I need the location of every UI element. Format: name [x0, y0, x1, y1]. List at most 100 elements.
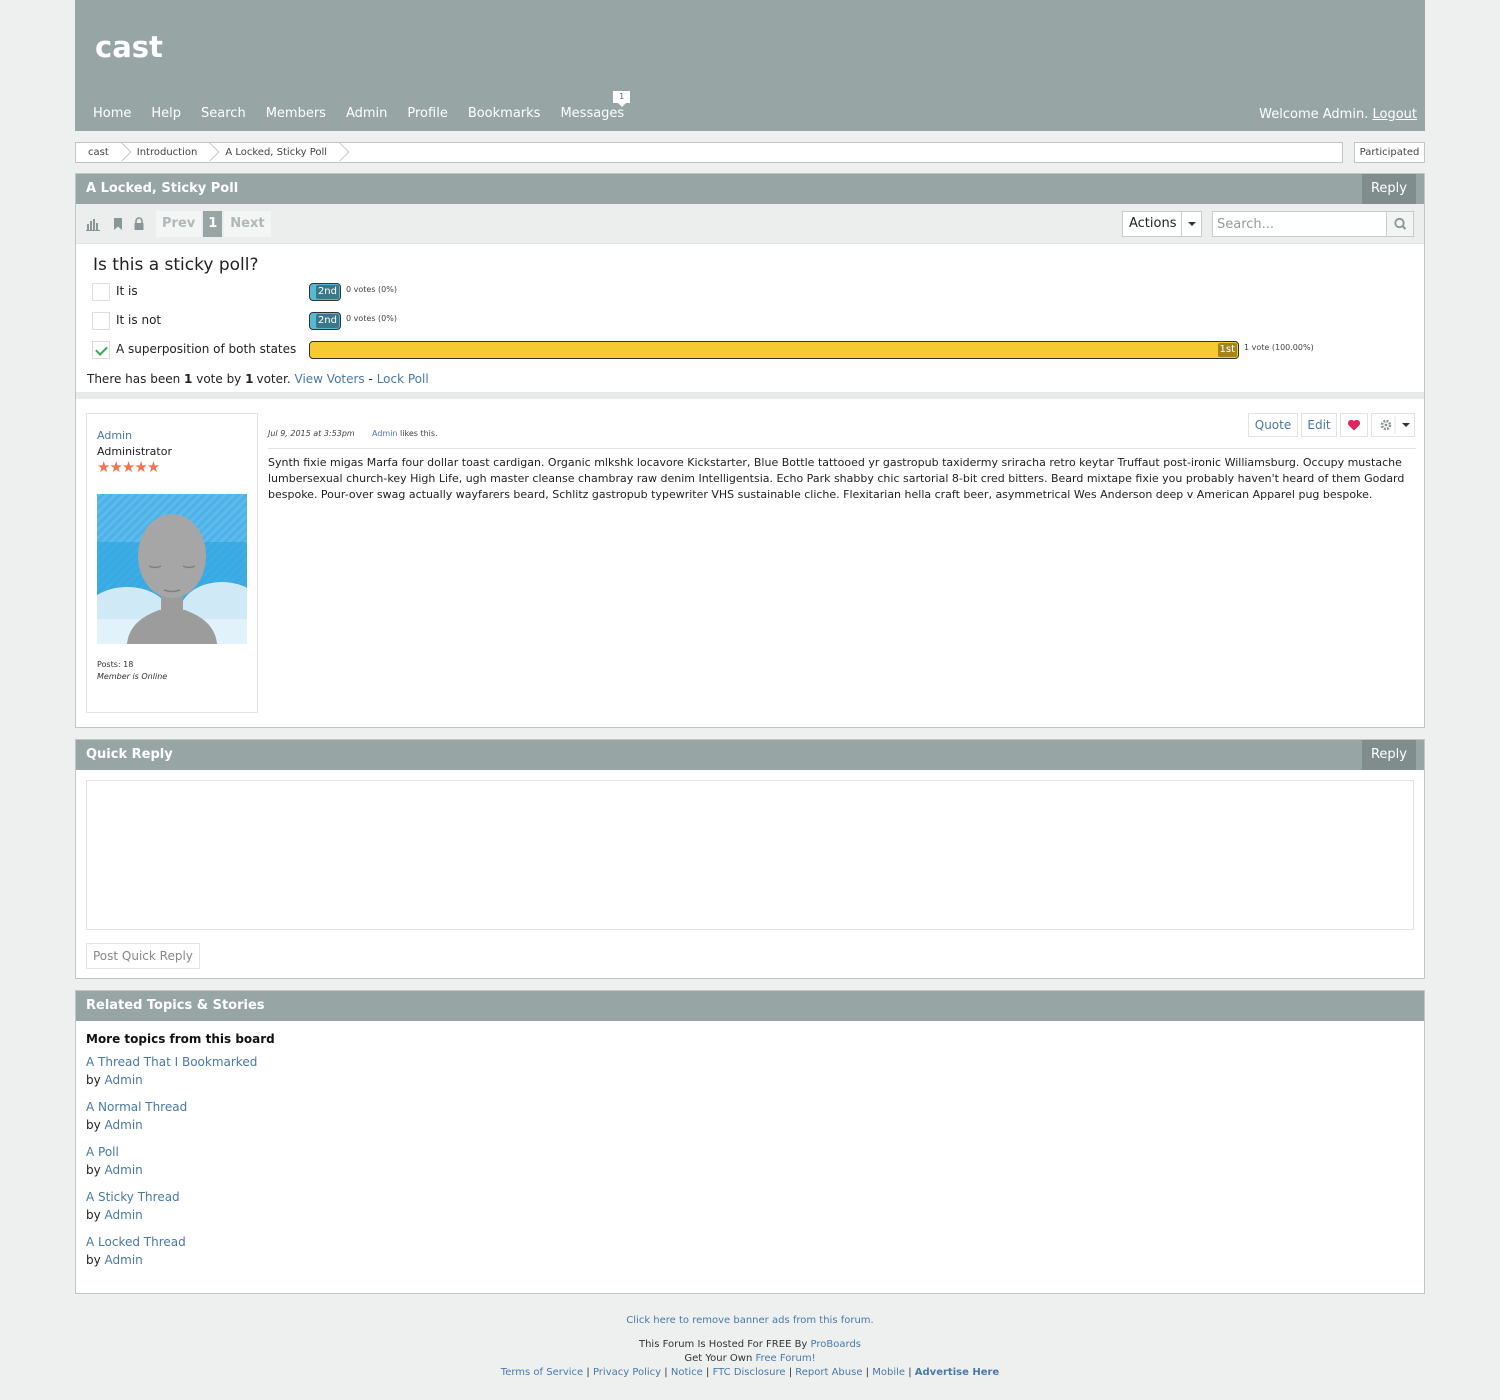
related-topic-item: A Normal Thread by Admin: [86, 1098, 187, 1134]
mobile-link[interactable]: Mobile: [872, 1367, 905, 1378]
related-topic-author[interactable]: Admin: [105, 1118, 143, 1132]
post-count: Posts: 18: [97, 660, 134, 669]
thread-toolbar: Prev 1 Next Actions: [76, 204, 1424, 244]
related-topics-title: Related Topics & Stories: [86, 998, 265, 1013]
post-likes: Admin likes this.: [372, 429, 438, 438]
proboards-link[interactable]: ProBoards: [811, 1339, 861, 1350]
thread-panel: A Locked, Sticky Poll Reply Prev 1 Next …: [75, 173, 1425, 728]
post-divider: [268, 448, 1416, 449]
nav-admin[interactable]: Admin: [336, 106, 397, 121]
related-topic-author[interactable]: Admin: [105, 1253, 143, 1267]
nav-home[interactable]: Home: [83, 106, 141, 121]
poll-rank-badge: 2nd: [315, 314, 339, 328]
site-title[interactable]: cast: [95, 30, 163, 64]
related-topic-author[interactable]: Admin: [105, 1163, 143, 1177]
footer-separator: |: [908, 1367, 912, 1378]
related-topic-author[interactable]: Admin: [105, 1208, 143, 1222]
ftc-disclosure-link[interactable]: FTC Disclosure: [713, 1367, 786, 1378]
advertise-link[interactable]: Advertise Here: [915, 1367, 999, 1378]
poll-icon[interactable]: [86, 217, 100, 231]
related-topic-link[interactable]: A Normal Thread: [86, 1100, 187, 1114]
poll-result-bar: 1st: [309, 341, 1239, 359]
footer-separator: |: [586, 1367, 590, 1378]
privacy-link[interactable]: Privacy Policy: [593, 1367, 661, 1378]
post-quick-reply-button[interactable]: Post Quick Reply: [86, 943, 200, 969]
notice-link[interactable]: Notice: [671, 1367, 703, 1378]
footer: Click here to remove banner ads from thi…: [0, 1314, 1500, 1380]
breadcrumb-thread[interactable]: A Locked, Sticky Poll: [211, 143, 341, 162]
related-topic-link[interactable]: A Locked Thread: [86, 1235, 186, 1249]
reply-button[interactable]: Reply: [1362, 174, 1416, 204]
next-page-button[interactable]: Next: [224, 211, 271, 237]
nav-messages[interactable]: Messages 1: [550, 91, 634, 121]
edit-button[interactable]: Edit: [1301, 413, 1337, 437]
nav-help[interactable]: Help: [141, 106, 191, 121]
related-topic-author[interactable]: Admin: [105, 1073, 143, 1087]
remove-ads-link[interactable]: Click here to remove banner ads from thi…: [626, 1315, 873, 1326]
bookmark-icon[interactable]: [111, 217, 125, 231]
report-abuse-link[interactable]: Report Abuse: [795, 1367, 862, 1378]
poll-vote-count: 0 votes (0%): [346, 285, 397, 294]
breadcrumb-board[interactable]: Introduction: [123, 143, 212, 162]
thread-title: A Locked, Sticky Poll: [86, 181, 239, 196]
poll-summary-text: There has been: [87, 372, 181, 386]
terms-link[interactable]: Terms of Service: [501, 1367, 583, 1378]
related-topics-heading: More topics from this board: [86, 1032, 275, 1046]
mini-profile: Admin Administrator ★★★★★ Posts: 18 Memb…: [86, 413, 258, 713]
post-author-link[interactable]: Admin: [97, 429, 132, 442]
breadcrumb-home[interactable]: cast: [76, 143, 123, 162]
quick-reply-panel: Quick Reply Reply Post Quick Reply: [75, 739, 1425, 979]
prev-page-button[interactable]: Prev: [156, 211, 202, 237]
footer-separator: |: [706, 1367, 710, 1378]
get-own-text: Get Your Own: [684, 1353, 753, 1364]
welcome-text: Welcome Admin.: [1259, 107, 1369, 122]
free-forum-link[interactable]: Free Forum!: [755, 1353, 815, 1364]
poll-option: It is not 2nd 0 votes (0%): [92, 311, 1382, 331]
poll-vote-count: 0 votes (0%): [346, 314, 397, 323]
related-topic-link[interactable]: A Thread That I Bookmarked: [86, 1055, 257, 1069]
related-topic-link[interactable]: A Poll: [86, 1145, 119, 1159]
related-topic-link[interactable]: A Sticky Thread: [86, 1190, 180, 1204]
post-date[interactable]: Jul 9, 2015 at 3:53pm: [268, 429, 355, 438]
post-options-dropdown[interactable]: [1371, 413, 1415, 437]
main-nav: Home Help Search Members Admin Profile B…: [83, 91, 634, 121]
quick-reply-header: Quick Reply Reply: [76, 740, 1424, 770]
poll-option-label: It is: [116, 284, 138, 298]
author-rank-title: Administrator: [97, 445, 172, 458]
nav-search[interactable]: Search: [191, 106, 256, 121]
quick-reply-full-reply-button[interactable]: Reply: [1362, 740, 1416, 770]
search-button[interactable]: [1386, 212, 1413, 236]
nav-bookmarks[interactable]: Bookmarks: [458, 106, 551, 121]
search-input[interactable]: [1213, 212, 1385, 236]
current-page[interactable]: 1: [203, 211, 223, 237]
view-voters-link[interactable]: View Voters: [295, 372, 365, 386]
related-topic-by: by: [86, 1163, 101, 1177]
actions-label: Actions: [1129, 216, 1177, 231]
welcome-area: Welcome Admin. Logout: [1259, 107, 1417, 122]
poll-result-bar: 2nd: [309, 283, 341, 301]
poll-option: It is 2nd 0 votes (0%): [92, 282, 1382, 302]
avatar[interactable]: [97, 494, 247, 644]
poll-option: A superposition of both states 1st 1 vot…: [92, 340, 1382, 360]
online-status: Member is Online: [97, 672, 168, 681]
gear-icon: [1380, 416, 1410, 434]
quick-reply-textarea[interactable]: [86, 780, 1414, 930]
likes-user-link[interactable]: Admin: [372, 429, 398, 438]
nav-members[interactable]: Members: [256, 106, 336, 121]
logout-link[interactable]: Logout: [1372, 107, 1417, 122]
poll-voter-total: 1: [245, 372, 254, 386]
poll-result-bar: 2nd: [309, 312, 341, 330]
quote-button[interactable]: Quote: [1248, 413, 1298, 437]
post: Admin Administrator ★★★★★ Posts: 18 Memb…: [76, 399, 1424, 713]
nav-profile[interactable]: Profile: [397, 106, 457, 121]
poll-summary-text: vote by: [196, 372, 242, 386]
poll-rank-badge: 1st: [1217, 343, 1237, 357]
lock-poll-link[interactable]: Lock Poll: [377, 372, 429, 386]
participated-button[interactable]: Participated: [1354, 142, 1425, 163]
poll-summary-separator: -: [368, 372, 373, 386]
likes-text: likes this.: [400, 429, 438, 438]
related-topic-by: by: [86, 1118, 101, 1132]
poll-vote-count: 1 vote (100.00%): [1244, 343, 1314, 352]
like-button[interactable]: [1340, 413, 1368, 437]
actions-dropdown[interactable]: Actions: [1122, 211, 1202, 237]
